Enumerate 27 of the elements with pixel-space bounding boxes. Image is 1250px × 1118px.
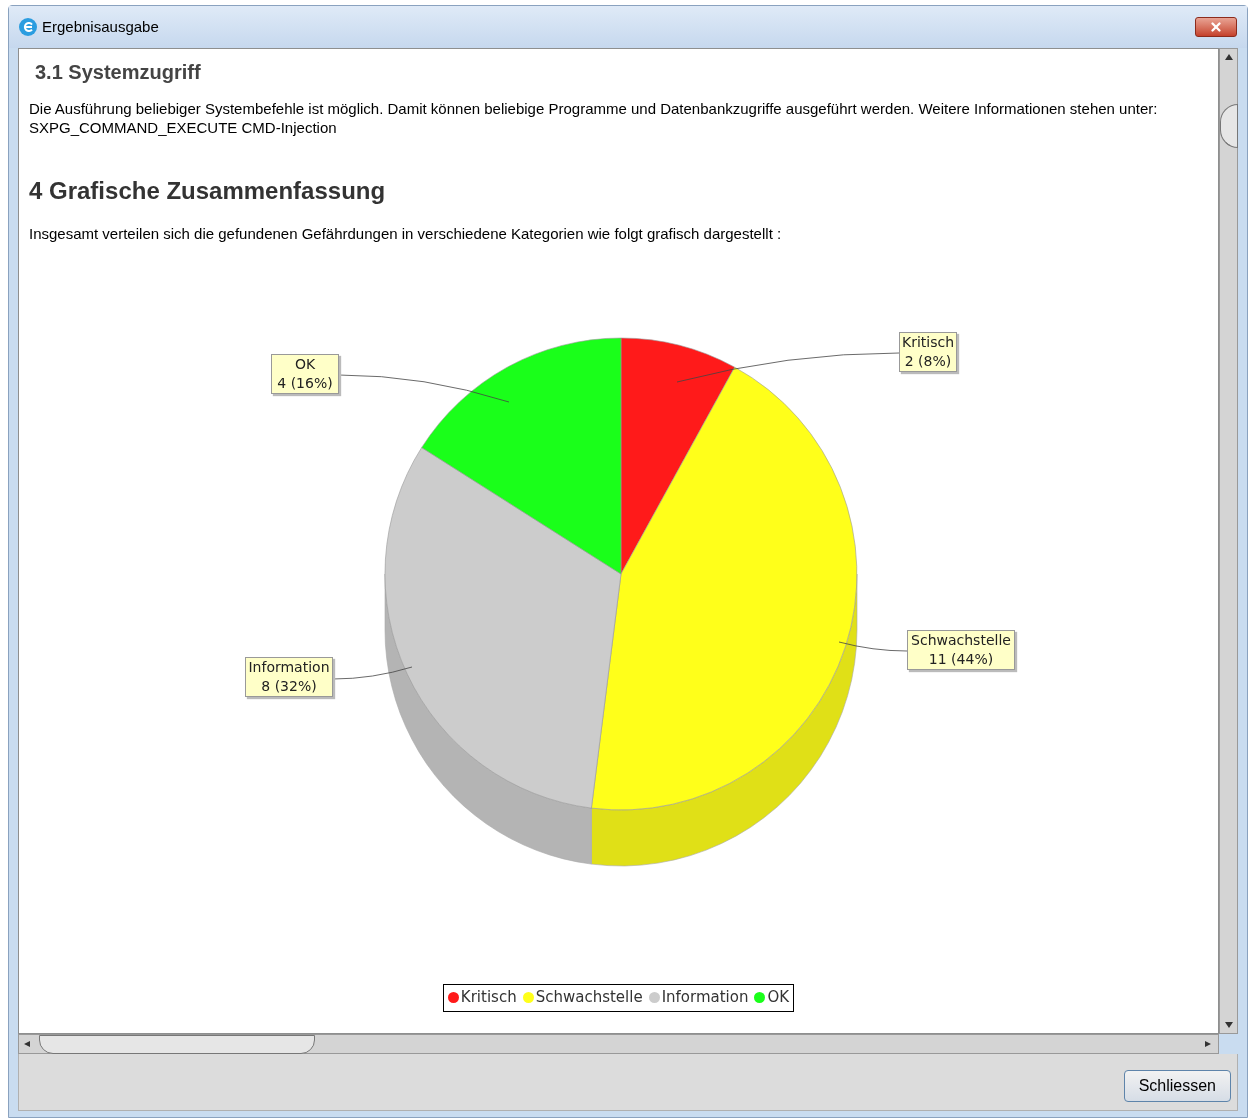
slice-value: 8 (32%) bbox=[260, 676, 318, 696]
window-title: Ergebnisausgabe bbox=[42, 16, 159, 37]
slice-category: OK bbox=[293, 354, 317, 374]
slice-value: 11 (44%) bbox=[927, 649, 995, 669]
slice-value: 2 (8%) bbox=[903, 351, 953, 371]
slice-category: Schwachstelle bbox=[910, 630, 1012, 650]
scroll-left-icon[interactable] bbox=[23, 1040, 33, 1048]
section-heading: 4 Grafische Zusammenfassung bbox=[29, 176, 387, 206]
scroll-thumb[interactable] bbox=[1219, 104, 1238, 148]
scroll-thumb[interactable] bbox=[39, 1034, 315, 1054]
section-heading: 3.1 Systemzugriff bbox=[35, 60, 202, 85]
legend-label: OK bbox=[767, 987, 790, 1009]
app-logo-icon bbox=[19, 18, 37, 36]
legend-label: Kritisch bbox=[460, 987, 517, 1009]
slice-category: Information bbox=[247, 657, 331, 677]
section-text: Die Ausführung beliebiger Systembefehle ist möglich. Damit können beliebige Programme und Datenbankzugriffe ausgeführt werden. Weitere Informationen stehen unter: SXPG_COMMAND_EXECUTE CMD-Injection bbox=[29, 99, 1159, 137]
leader-line bbox=[838, 641, 908, 651]
legend-label: Schwachstelle bbox=[535, 987, 643, 1009]
scroll-up-icon[interactable] bbox=[1223, 53, 1234, 61]
slice-category: Kritisch bbox=[901, 332, 955, 352]
close-dialog-button[interactable]: Schliessen bbox=[1123, 1070, 1231, 1102]
close-button[interactable] bbox=[1195, 17, 1237, 37]
scroll-down-icon[interactable] bbox=[1223, 1021, 1234, 1029]
section-text: Insgesamt verteilen sich die gefundenen Gefährdungen in verschiedene Kategorien wie folgt grafisch dargestellt : bbox=[29, 224, 783, 244]
legend-label: Information bbox=[661, 987, 749, 1009]
close-icon bbox=[1209, 20, 1223, 34]
slice-value: 4 (16%) bbox=[276, 373, 334, 393]
